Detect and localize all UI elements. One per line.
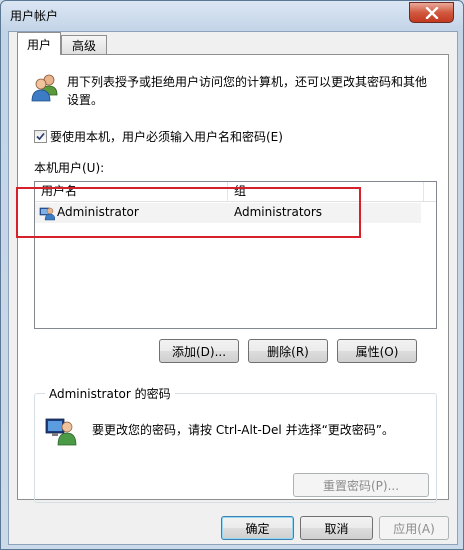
add-user-button[interactable]: 添加(D)... (159, 339, 239, 363)
cancel-button[interactable]: 取消 (300, 516, 373, 540)
window-title: 用户帐户 (10, 9, 59, 23)
password-group-title: Administrator 的密码 (45, 385, 175, 402)
users-list[interactable]: 用户名 组 Administrator Administrators (34, 181, 437, 329)
local-users-label: 本机用户(U): (34, 161, 105, 175)
tab-advanced-label: 高级 (71, 38, 96, 53)
cell-username: Administrator (57, 205, 139, 219)
tab-advanced[interactable]: 高级 (61, 35, 107, 54)
users-tab-panel: 用下列表授予或拒绝用户访问您的计算机，还可以更改其密码和其他设置。 要使用本机，… (17, 54, 449, 503)
cell-group: Administrators (234, 205, 323, 219)
remove-user-button[interactable]: 删除(R) (248, 339, 328, 363)
properties-button[interactable]: 属性(O) (337, 339, 417, 363)
column-header-username[interactable]: 用户名 (35, 182, 228, 201)
title-bar[interactable]: 用户帐户 (1, 1, 463, 29)
checkmark-icon (36, 132, 45, 141)
ok-button[interactable]: 确定 (221, 516, 294, 540)
description-text: 用下列表授予或拒绝用户访问您的计算机，还可以更改其密码和其他设置。 (67, 75, 428, 107)
dialog-client-area: 用户 高级 用下列表授予或拒绝用户访问您的计算机，还可以更改其密码和其他设置。 … (8, 31, 458, 545)
password-group: Administrator 的密码 要更改您的密码，请按 Ctrl-Alt-De… (34, 385, 437, 503)
users-icon (31, 74, 58, 102)
require-login-label[interactable]: 要使用本机，用户必须输入用户名和密码(E) (50, 128, 283, 145)
list-header: 用户名 组 (35, 182, 436, 202)
apply-button[interactable]: 应用(A) (379, 516, 449, 540)
require-login-checkbox[interactable] (34, 130, 47, 143)
user-icon (39, 207, 55, 221)
tab-users[interactable]: 用户 (17, 32, 61, 55)
close-icon (425, 6, 438, 19)
tab-users-label: 用户 (26, 37, 51, 52)
password-group-description: 要更改您的密码，请按 Ctrl-Alt-Del 并选择“更改密码”。 (92, 423, 395, 437)
column-header-group[interactable]: 组 (228, 182, 424, 201)
user-accounts-window: 用户帐户 用户 高级 用下列表授予或拒绝用户访问您的计算机，还可以更改其密码和其… (0, 0, 464, 550)
close-button[interactable] (409, 2, 454, 23)
reset-password-button[interactable]: 重置密码(P)... (293, 473, 429, 497)
table-row[interactable]: Administrator Administrators (35, 203, 421, 223)
user-password-icon (45, 418, 77, 446)
